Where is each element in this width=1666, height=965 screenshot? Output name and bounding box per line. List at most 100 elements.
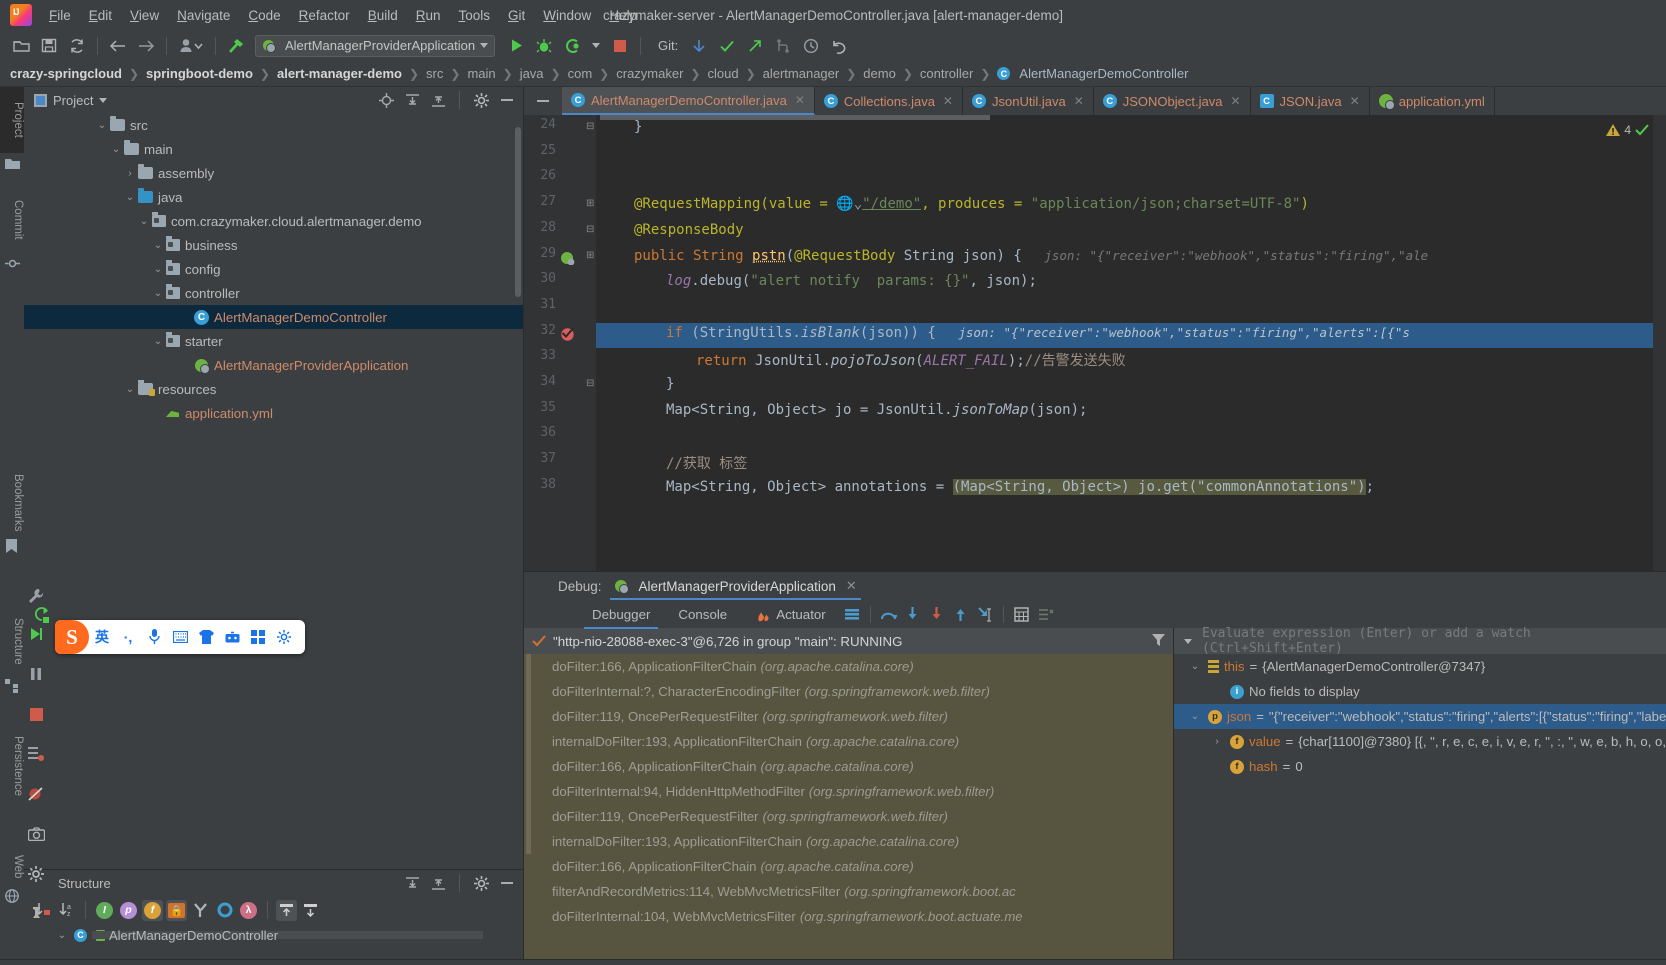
editor-tab[interactable]: C AlertManagerDemoController.java ✕ <box>562 87 815 115</box>
variable-row[interactable]: f hash = 0 <box>1174 754 1666 779</box>
close-icon[interactable]: ✕ <box>1350 94 1360 108</box>
chevron-down-icon[interactable]: ⌄ <box>54 930 70 941</box>
tab-actuator[interactable]: Actuator <box>741 605 840 624</box>
debug-icon[interactable] <box>531 34 557 58</box>
force-step-into-icon[interactable] <box>925 603 949 625</box>
evaluate-expression-input[interactable]: Evaluate expression (Enter) or add a wat… <box>1174 626 1666 656</box>
mute-breakpoints-icon[interactable] <box>24 774 48 814</box>
pin-icon[interactable] <box>24 894 48 934</box>
close-icon[interactable]: ✕ <box>846 578 857 594</box>
breadcrumb-item-10[interactable]: demo <box>863 66 896 81</box>
minimize-icon[interactable] <box>497 90 517 110</box>
ime-toolbar[interactable]: S 英 ·, <box>55 620 305 654</box>
back-arrow-icon[interactable] <box>105 34 131 58</box>
editor-gutter[interactable]: 24 25 26 27 28 29 30 31 32 33 34 35 36 37 38 ⊟ ⊞ ⊟ ⊞ ⊟ <box>524 115 596 571</box>
thread-selector[interactable]: "http-nio-28088-exec-3"@6,726 in group "… <box>524 628 1173 654</box>
chevron-down-icon[interactable] <box>99 97 108 103</box>
breadcrumb-item-7[interactable]: crazymaker <box>616 66 683 81</box>
collapse-all-icon[interactable] <box>428 90 448 110</box>
stack-frame-row[interactable]: internalDoFilter:193, ApplicationFilterC… <box>524 829 1173 854</box>
chevron-down-icon[interactable]: ⌄ <box>150 264 166 275</box>
tree-node[interactable]: › assembly <box>24 161 523 185</box>
resume-icon[interactable] <box>24 614 48 654</box>
run-gutter-icon[interactable] <box>560 250 575 268</box>
run-configuration-selector[interactable]: AlertManagerProviderApplication <box>255 34 496 57</box>
chevron-down-icon[interactable]: ⌄ <box>150 336 166 347</box>
expand-all-icon[interactable] <box>402 90 422 110</box>
keyboard-icon[interactable] <box>167 622 193 652</box>
code-fold-marker[interactable]: ⊟ <box>586 378 594 389</box>
show-properties-icon[interactable]: p <box>118 900 139 921</box>
tab-debugger[interactable]: Debugger <box>578 605 664 629</box>
breadcrumb-item-11[interactable]: controller <box>920 66 973 81</box>
undo-icon[interactable] <box>826 34 852 58</box>
breakpoint-icon[interactable] <box>560 326 576 345</box>
stop-icon[interactable] <box>607 34 633 58</box>
stack-frame-row[interactable]: doFilterInternal:?, CharacterEncodingFil… <box>524 679 1173 704</box>
save-icon[interactable] <box>36 34 62 58</box>
menu-help[interactable]: Help <box>600 4 646 27</box>
chevron-down-icon[interactable]: ⌄ <box>1187 711 1203 722</box>
sidebar-item-structure[interactable]: Structure <box>0 607 24 675</box>
menu-git[interactable]: Git <box>499 4 534 27</box>
autoscroll-to-source-icon[interactable] <box>276 899 297 921</box>
breadcrumb-current-class[interactable]: C AlertManagerDemoController <box>997 66 1189 81</box>
tab-console[interactable]: Console <box>664 605 741 624</box>
step-over-icon[interactable] <box>877 603 901 625</box>
minimize-icon[interactable] <box>524 87 562 115</box>
settings-icon[interactable] <box>271 622 297 652</box>
git-push-icon[interactable] <box>742 34 768 58</box>
tree-node[interactable]: ⌄ resources <box>24 377 523 401</box>
evaluate-icon[interactable] <box>1010 603 1034 625</box>
close-icon[interactable]: ✕ <box>1230 94 1240 108</box>
view-breakpoints-icon[interactable] <box>24 734 48 774</box>
close-icon[interactable]: ✕ <box>795 93 805 107</box>
editor-tab[interactable]: C JsonUtil.java ✕ <box>963 87 1094 115</box>
tree-node[interactable]: ⌄ config <box>24 257 523 281</box>
autoscroll-from-source-icon[interactable] <box>300 900 321 921</box>
chevron-down-icon[interactable]: ⌄ <box>108 144 124 155</box>
show-fields-icon[interactable]: f <box>142 899 163 921</box>
menu-build[interactable]: Build <box>359 4 407 27</box>
menu-window[interactable]: Window <box>534 4 600 27</box>
code-fold-marker[interactable]: ⊞ <box>586 250 594 261</box>
tree-node[interactable]: ⌄ business <box>24 233 523 257</box>
stack-frame-row[interactable]: doFilter:166, ApplicationFilterChain (org… <box>524 654 1173 679</box>
tree-node[interactable]: ⌄ starter <box>24 329 523 353</box>
show-lambdas-icon[interactable]: λ <box>238 900 259 921</box>
frames-scrollbar[interactable] <box>526 654 531 854</box>
chevron-down-icon[interactable]: ⌄ <box>122 384 138 395</box>
breadcrumb-item-2[interactable]: alert-manager-demo <box>277 66 402 81</box>
frames-list[interactable]: doFilter:166, ApplicationFilterChain (org… <box>524 654 1173 959</box>
editor-text[interactable]: } @RequestMapping(value = 🌐⌄"/demo", prod… <box>596 115 1666 571</box>
breadcrumb-item-8[interactable]: cloud <box>707 66 738 81</box>
chevron-down-icon[interactable]: ⌄ <box>1187 661 1203 672</box>
menu-view[interactable]: View <box>121 4 168 27</box>
hammer-icon[interactable] <box>223 34 249 58</box>
settings-gear-icon[interactable] <box>24 854 48 894</box>
variable-row[interactable]: ⌄ p json = "{"receiver":"webhook","status"… <box>1174 704 1666 729</box>
stack-frame-row[interactable]: doFilterInternal:94, HiddenHttpMethodFil… <box>524 779 1173 804</box>
tree-node[interactable]: ⌄ java <box>24 185 523 209</box>
menu-run[interactable]: Run <box>407 4 450 27</box>
tree-node[interactable]: application.yml <box>24 401 523 425</box>
code-fold-marker[interactable]: ⊞ <box>586 198 594 209</box>
chevron-down-icon[interactable]: ⌄ <box>150 240 166 251</box>
step-out-icon[interactable] <box>949 603 973 625</box>
editor-tab[interactable]: application.yml <box>1370 87 1495 115</box>
stack-frame-row[interactable]: internalDoFilter:193, ApplicationFilterC… <box>524 729 1173 754</box>
mic-icon[interactable] <box>141 622 167 652</box>
breadcrumb-item-5[interactable]: java <box>520 66 544 81</box>
tree-node[interactable]: ⌄ src <box>24 113 523 137</box>
variable-row[interactable]: ⌄ this = {AlertManagerDemoController@7347… <box>1174 654 1666 679</box>
expand-all-icon[interactable] <box>402 873 422 893</box>
menu-code[interactable]: Code <box>239 4 289 27</box>
breadcrumb-item-9[interactable]: alertmanager <box>763 66 840 81</box>
user-icon[interactable] <box>174 34 208 58</box>
debug-session-tab[interactable]: AlertManagerProviderApplication ✕ <box>609 576 862 600</box>
locate-icon[interactable] <box>376 90 396 110</box>
sidebar-item-bookmarks[interactable]: Bookmarks <box>0 467 24 539</box>
history-icon[interactable] <box>798 34 824 58</box>
sidebar-item-commit[interactable]: Commit <box>0 187 24 253</box>
editor-marker-bar[interactable] <box>1653 115 1666 571</box>
